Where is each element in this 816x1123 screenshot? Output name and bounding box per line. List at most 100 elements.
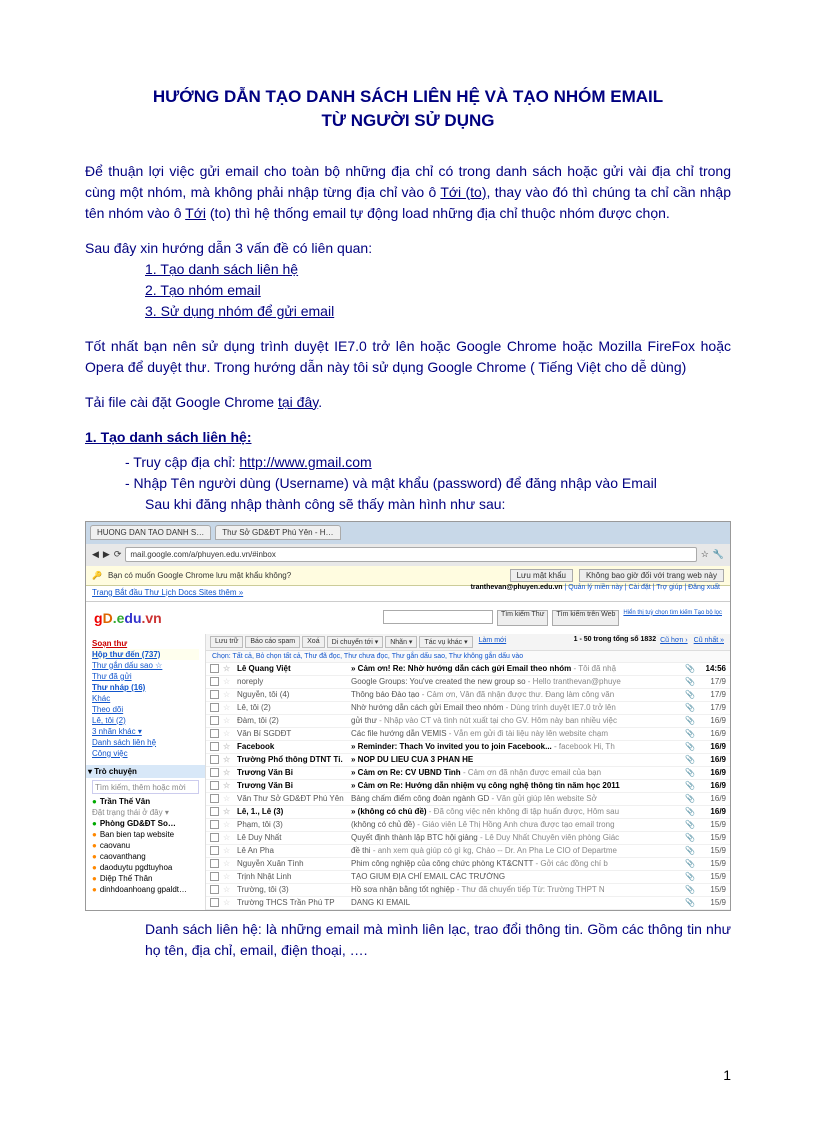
- chat-contact-6[interactable]: Diệp Thế Thân: [92, 873, 199, 884]
- row-checkbox[interactable]: [210, 872, 219, 881]
- mail-row[interactable]: ☆Trường THCS Trần Phú TPDANG KI EMAIL 📎1…: [206, 897, 730, 910]
- save-password-button[interactable]: Lưu mật khẩu: [510, 569, 573, 582]
- chat-contact-5[interactable]: daoduytu pgdtuyhoa: [92, 862, 199, 873]
- row-checkbox[interactable]: [210, 677, 219, 686]
- row-checkbox[interactable]: [210, 664, 219, 673]
- row-checkbox[interactable]: [210, 833, 219, 842]
- mail-row[interactable]: ☆Lê Duy NhấtQuyết định thành lập BTC hội…: [206, 832, 730, 845]
- chat-me[interactable]: Trần Thế Vân: [92, 796, 199, 807]
- download-link[interactable]: tại đây: [278, 394, 318, 410]
- refresh-link[interactable]: Làm mới: [475, 636, 511, 648]
- chat-contact-7[interactable]: dinhdoanhoang gpaldt…: [92, 884, 199, 895]
- search-mail-button[interactable]: Tìm kiếm Thư: [497, 610, 548, 626]
- link-toi-2[interactable]: Tới: [185, 205, 206, 221]
- wrench-icon[interactable]: 🔧: [713, 549, 724, 560]
- label-button[interactable]: Nhãn ▾: [385, 636, 417, 648]
- mail-row[interactable]: ☆Văn Bí SGDĐTCác file hướng dẫn VEMIS - …: [206, 728, 730, 741]
- forward-icon[interactable]: ▶: [103, 549, 110, 560]
- chat-header[interactable]: ▾ Trò chuyện: [86, 765, 205, 778]
- move-button[interactable]: Di chuyển tới ▾: [327, 636, 384, 648]
- delete-button[interactable]: Xoá: [302, 636, 324, 648]
- star-icon[interactable]: ☆: [223, 872, 233, 881]
- star-icon[interactable]: ☆: [223, 794, 233, 803]
- toc-item-1[interactable]: 1. Tạo danh sách liên hệ: [145, 259, 731, 280]
- row-checkbox[interactable]: [210, 755, 219, 764]
- row-checkbox[interactable]: [210, 729, 219, 738]
- oldest-link[interactable]: Cũ nhất »: [692, 636, 726, 648]
- row-checkbox[interactable]: [210, 781, 219, 790]
- back-icon[interactable]: ◀: [92, 549, 99, 560]
- url-input[interactable]: mail.google.com/a/phuyen.edu.vn/#inbox: [125, 547, 696, 562]
- drafts-link[interactable]: Thư nháp (16): [92, 682, 199, 693]
- row-checkbox[interactable]: [210, 716, 219, 725]
- star-icon[interactable]: ☆: [223, 898, 233, 907]
- reload-icon[interactable]: ⟳: [114, 549, 122, 560]
- sent-link[interactable]: Thư đã gửi: [92, 671, 199, 682]
- tasks-link[interactable]: Công việc: [92, 748, 199, 759]
- bookmark-icon[interactable]: ☆: [701, 549, 709, 560]
- star-icon[interactable]: ☆: [223, 716, 233, 725]
- never-save-button[interactable]: Không bao giờ đối với trang web này: [579, 569, 724, 582]
- row-checkbox[interactable]: [210, 898, 219, 907]
- star-icon[interactable]: ☆: [223, 885, 233, 894]
- more-actions-button[interactable]: Tác vụ khác ▾: [419, 636, 472, 648]
- mail-row[interactable]: ☆Nguyễn, tôi (4)Thông báo Đào tạo - Cảm …: [206, 689, 730, 702]
- star-icon[interactable]: ☆: [223, 742, 233, 751]
- chat-contact-3[interactable]: caovanu: [92, 840, 199, 851]
- row-checkbox[interactable]: [210, 742, 219, 751]
- chat-contact-2[interactable]: Ban bien tap website: [92, 829, 199, 840]
- row-checkbox[interactable]: [210, 807, 219, 816]
- star-icon[interactable]: ☆: [223, 859, 233, 868]
- star-icon[interactable]: ☆: [223, 729, 233, 738]
- mail-row[interactable]: ☆Trương Văn Bi» Cảm ơn Re: Hướng dẫn nhi…: [206, 780, 730, 793]
- row-checkbox[interactable]: [210, 690, 219, 699]
- star-icon[interactable]: ☆: [223, 807, 233, 816]
- mail-row[interactable]: ☆Lê Quang Việt» Cảm ơn! Re: Nhờ hướng dẫ…: [206, 663, 730, 676]
- star-icon[interactable]: ☆: [223, 768, 233, 777]
- mail-row[interactable]: ☆Phạm, tôi (3)(không có chủ đề) - Giáo v…: [206, 819, 730, 832]
- star-icon[interactable]: ☆: [223, 781, 233, 790]
- row-checkbox[interactable]: [210, 885, 219, 894]
- mail-row[interactable]: ☆noreplyGoogle Groups: You've created th…: [206, 676, 730, 689]
- star-icon[interactable]: ☆: [223, 690, 233, 699]
- star-icon[interactable]: ☆: [223, 820, 233, 829]
- mail-row[interactable]: ☆Lê, 1., Lê (3)» (không có chủ đề) - Đã …: [206, 806, 730, 819]
- spam-button[interactable]: Báo cáo spam: [245, 636, 300, 648]
- select-row[interactable]: Chọn: Tất cả, Bỏ chọn tất cả, Thư đã đọc…: [206, 651, 730, 663]
- chat-status[interactable]: Đặt trạng thái ở đây ▾: [92, 807, 199, 818]
- mail-row[interactable]: ☆Trường, tôi (3)Hồ sơa nhận bằng tốt ngh…: [206, 884, 730, 897]
- mail-row[interactable]: ☆Đàm, tôi (2)gửi thư - Nhập vào CT và tì…: [206, 715, 730, 728]
- mail-row[interactable]: ☆Trương Văn Bi» Cảm ơn Re: CV UBND Tỉnh …: [206, 767, 730, 780]
- search-options-link[interactable]: Hiển thị tuỳ chọn tìm kiếm Tạo bộ lọc: [623, 610, 722, 626]
- star-icon[interactable]: ☆: [223, 755, 233, 764]
- chat-search-input[interactable]: Tìm kiếm, thêm hoặc mời: [92, 780, 199, 794]
- contacts-link[interactable]: Danh sách liên hệ: [92, 737, 199, 748]
- mail-row[interactable]: ☆Trường Phổ thông DTNT Tỉ.» NOP DU LIEU …: [206, 754, 730, 767]
- star-icon[interactable]: ☆: [223, 677, 233, 686]
- archive-button[interactable]: Lưu trữ: [210, 636, 243, 648]
- inbox-link[interactable]: Hộp thư đến (737): [92, 649, 199, 660]
- toc-item-3[interactable]: 3. Sử dụng nhóm để gửi email: [145, 301, 731, 322]
- mail-row[interactable]: ☆Nguyễn Xuân TìnhPhim công nghiệp của cô…: [206, 858, 730, 871]
- chat-contact-1[interactable]: Phòng GD&ĐT So…: [92, 818, 199, 829]
- search-input[interactable]: [383, 610, 493, 624]
- search-web-button[interactable]: Tìm kiếm trên Web: [552, 610, 619, 626]
- star-icon[interactable]: ☆: [223, 703, 233, 712]
- older-link[interactable]: Cũ hơn ›: [658, 636, 690, 648]
- star-icon[interactable]: ☆: [223, 664, 233, 673]
- starred-link[interactable]: Thư gắn dấu sao ☆: [92, 660, 199, 671]
- gmail-link[interactable]: http://www.gmail.com: [239, 454, 371, 470]
- toc-item-2[interactable]: 2. Tạo nhóm email: [145, 280, 731, 301]
- row-checkbox[interactable]: [210, 794, 219, 803]
- mail-row[interactable]: ☆Facebook» Reminder: Thach Vo invited yo…: [206, 741, 730, 754]
- row-checkbox[interactable]: [210, 703, 219, 712]
- compose-link[interactable]: Soạn thư: [92, 638, 199, 649]
- mail-row[interactable]: ☆Lê An Phađề thi - anh xem quà giúp có g…: [206, 845, 730, 858]
- star-icon[interactable]: ☆: [223, 833, 233, 842]
- star-icon[interactable]: ☆: [223, 846, 233, 855]
- row-checkbox[interactable]: [210, 846, 219, 855]
- row-checkbox[interactable]: [210, 768, 219, 777]
- browser-tab-2[interactable]: Thư Sở GD&ĐT Phú Yên - H…: [215, 525, 340, 540]
- mail-row[interactable]: ☆Văn Thư Sở GD&ĐT Phú YênBảng chấm điểm …: [206, 793, 730, 806]
- browser-tab-1[interactable]: HUONG DAN TAO DANH S…: [90, 525, 211, 540]
